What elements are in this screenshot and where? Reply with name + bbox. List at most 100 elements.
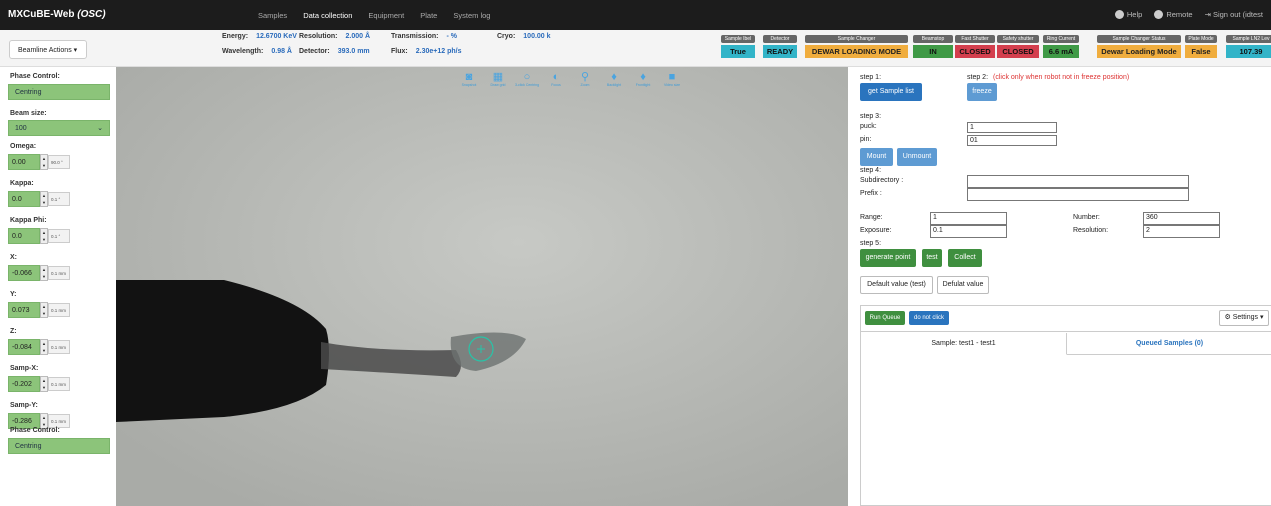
- beam-size-select[interactable]: 100 ⌄: [8, 120, 110, 136]
- phase-control-value[interactable]: Centring: [8, 84, 110, 100]
- unmount-button[interactable]: Unmount: [897, 148, 937, 166]
- tab-sample[interactable]: Sample: test1 - test1: [861, 333, 1067, 355]
- stepper-arrows-icon[interactable]: ▲ ▼: [40, 339, 48, 355]
- tool-camera[interactable]: ◙ Snapshot: [458, 71, 480, 87]
- motor-stepper[interactable]: 0.073 ▲ ▼ 0.1 mm: [8, 302, 70, 318]
- tool-focus[interactable]: ◐ Focus: [545, 71, 567, 87]
- subdirectory-input[interactable]: [967, 175, 1189, 188]
- settings-button[interactable]: ⚙ Settings ▾: [1219, 310, 1269, 326]
- tool-zoom[interactable]: ⚲ Zoom: [574, 71, 596, 87]
- motor-readout: Flux: 2.30e+12 ph/s: [391, 48, 461, 55]
- default-test-button[interactable]: Default value (test): [860, 276, 933, 294]
- beamline-actions-button[interactable]: Beamline Actions ▾: [9, 40, 87, 59]
- motor-step[interactable]: 0.1 mm: [48, 377, 70, 391]
- status-header: Beamstop: [913, 35, 953, 43]
- motor-stepper[interactable]: 0.00 ▲ ▼ 90.0 °: [8, 154, 70, 170]
- motor-step[interactable]: 0.1 mm: [48, 266, 70, 280]
- run-queue-button[interactable]: Run Queue: [865, 311, 905, 325]
- default-value-button[interactable]: Defulat value: [937, 276, 989, 294]
- range-input[interactable]: 1: [930, 212, 1007, 225]
- status-header: Detector: [763, 35, 797, 43]
- beamline-topbar: Beamline Actions ▾ Energy: 12.6700 KeV Wav…: [0, 30, 1271, 67]
- step2-note: (click only when robot not in freeze pos…: [993, 74, 1130, 81]
- motor-step[interactable]: 90.0 °: [48, 155, 70, 169]
- motor-readout: Detector: 393.0 mm: [299, 48, 370, 55]
- status-header: Ring Current: [1043, 35, 1079, 43]
- tool-backlight[interactable]: ♦ Backlight: [603, 71, 625, 87]
- remote-link[interactable]: Remote: [1154, 10, 1193, 19]
- resolution-input[interactable]: 2: [1143, 225, 1220, 238]
- test-button[interactable]: test: [922, 249, 942, 267]
- do-not-click-button[interactable]: do not click: [909, 311, 949, 325]
- motor-label-2: Kappa Phi:: [10, 217, 47, 224]
- tool-label: Zoom: [580, 83, 590, 87]
- nav-item-plate[interactable]: Plate: [420, 11, 437, 20]
- help-link[interactable]: Help: [1114, 10, 1142, 19]
- pin-label: pin:: [860, 136, 872, 143]
- number-input[interactable]: 360: [1143, 212, 1220, 225]
- motor-step[interactable]: 0.1 °: [48, 229, 70, 243]
- motor-step[interactable]: 0.1 °: [48, 192, 70, 206]
- motor-label-6: Samp-X:: [10, 365, 39, 372]
- remote-icon: [1154, 10, 1164, 19]
- motor-stepper[interactable]: -0.066 ▲ ▼ 0.1 mm: [8, 265, 70, 281]
- backlight-icon: ♦: [611, 71, 617, 83]
- remote-label: Remote: [1166, 10, 1193, 19]
- nav-item-samples[interactable]: Samples: [258, 11, 287, 20]
- stepper-arrows-icon[interactable]: ▲ ▼: [40, 154, 48, 170]
- camera-icon: ◙: [465, 71, 473, 83]
- motor-step[interactable]: 0.1 mm: [48, 414, 70, 428]
- prefix-input[interactable]: [967, 188, 1189, 201]
- nav-item-equipment[interactable]: Equipment: [368, 11, 404, 20]
- sample-view[interactable]: ◙ Snapshot ▦ Draw grid ○ 3-click Centring ◐ Foc…: [116, 67, 848, 506]
- motor-stepper[interactable]: 0.0 ▲ ▼ 0.1 °: [8, 191, 70, 207]
- stepper-arrows-icon[interactable]: ▲ ▼: [40, 376, 48, 392]
- motor-label-7: Samp-Y:: [10, 402, 38, 409]
- pin-input[interactable]: 01: [967, 135, 1057, 146]
- motor-value[interactable]: -0.084: [8, 339, 40, 355]
- tool-grid[interactable]: ▦ Draw grid: [487, 71, 509, 87]
- motor-value: 100.00 k: [523, 33, 551, 40]
- motor-readout: Energy: 12.6700 KeV: [222, 33, 297, 40]
- motor-value[interactable]: -0.066: [8, 265, 40, 281]
- status-value: Dewar Loading Mode: [1097, 45, 1181, 58]
- signout-link[interactable]: ⇥ Sign out (idtest: [1205, 10, 1263, 19]
- stepper-arrows-icon[interactable]: ▲ ▼: [40, 265, 48, 281]
- motor-stepper[interactable]: 0.0 ▲ ▼ 0.1 °: [8, 228, 70, 244]
- generate-point-button[interactable]: generate point: [860, 249, 916, 267]
- motor-value[interactable]: 0.00: [8, 154, 40, 170]
- collect-button[interactable]: Collect: [948, 249, 982, 267]
- freeze-button[interactable]: freeze: [967, 83, 997, 101]
- sample-image: [116, 67, 848, 506]
- tab-queued-samples[interactable]: Queued Samples (0): [1067, 333, 1271, 355]
- motor-value[interactable]: 0.0: [8, 191, 40, 207]
- motor-stepper[interactable]: -0.084 ▲ ▼ 0.1 mm: [8, 339, 70, 355]
- puck-input[interactable]: 1: [967, 122, 1057, 133]
- motor-value[interactable]: 0.073: [8, 302, 40, 318]
- motor-stepper[interactable]: -0.202 ▲ ▼ 0.1 mm: [8, 376, 70, 392]
- navbar-right: Help Remote ⇥ Sign out (idtest: [1114, 10, 1263, 19]
- tool-label: Backlight: [606, 83, 622, 87]
- get-sample-list-button[interactable]: get Sample list: [860, 83, 922, 101]
- phase-control-value-2[interactable]: Centring: [8, 438, 110, 454]
- motor-value: 0.98 Å: [271, 48, 292, 55]
- nav-item-system-log[interactable]: System log: [453, 11, 490, 20]
- brand[interactable]: MXCuBE-Web (OSC): [8, 9, 106, 20]
- motor-value[interactable]: -0.202: [8, 376, 40, 392]
- stepper-arrows-icon[interactable]: ▲ ▼: [40, 302, 48, 318]
- brand-name[interactable]: MXCuBE-Web: [8, 9, 74, 20]
- motor-step[interactable]: 0.1 mm: [48, 303, 70, 317]
- tool-frontlight[interactable]: ♦ Frontlight: [632, 71, 654, 87]
- status-badge: Sample Changer DEWAR LOADING MODE: [805, 35, 908, 58]
- tool-video[interactable]: ■ Video size: [661, 71, 683, 87]
- motor-step[interactable]: 0.1 mm: [48, 340, 70, 354]
- tool-circle[interactable]: ○ 3-click Centring: [515, 71, 539, 87]
- nav-item-data-collection[interactable]: Data collection: [303, 11, 352, 20]
- exposure-input[interactable]: 0.1: [930, 225, 1007, 238]
- tool-label: Video size: [663, 83, 681, 87]
- status-badge: Safety shutter CLOSED: [997, 35, 1039, 58]
- mount-button[interactable]: Mount: [860, 148, 893, 166]
- stepper-arrows-icon[interactable]: ▲ ▼: [40, 228, 48, 244]
- motor-value[interactable]: 0.0: [8, 228, 40, 244]
- stepper-arrows-icon[interactable]: ▲ ▼: [40, 191, 48, 207]
